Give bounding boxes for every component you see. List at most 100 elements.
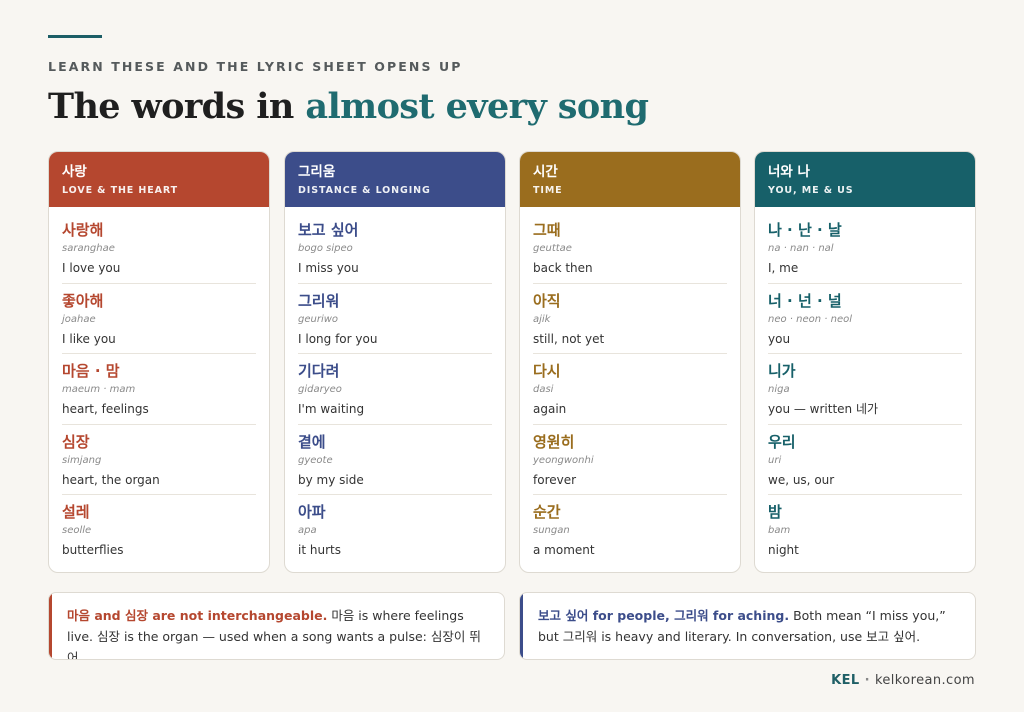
note-lead: 보고 싶어 for people, 그리워 for aching. xyxy=(538,608,790,623)
vocab-entry: 우리 uri we, us, our xyxy=(768,425,962,495)
romanization: maeum · mam xyxy=(62,384,136,395)
romanization: ajik xyxy=(533,313,551,325)
card-header: 시간 TIME xyxy=(520,152,740,207)
korean-word: 설레 xyxy=(62,503,90,521)
meaning: forever xyxy=(533,472,577,487)
note-accent-bar xyxy=(520,593,523,659)
korean-word: 순간 xyxy=(533,503,561,521)
vocab-entry: 영원히 yeongwonhi forever xyxy=(533,425,727,495)
vocab-entry: 기다려 gidaryeo I'm waiting xyxy=(298,354,492,425)
vocab-entry: 니가 niga you — written 네가 xyxy=(768,354,962,425)
vocab-entry: 그리워 geuriwo I long for you xyxy=(298,284,492,354)
meaning: again xyxy=(533,402,567,416)
footer-site-link[interactable]: kelkorean.com xyxy=(875,673,975,688)
korean-word: 니가 xyxy=(768,362,796,380)
meaning: you xyxy=(768,331,791,346)
vocab-entry: 보고 싶어 bogo sipeo I miss you xyxy=(298,213,492,284)
romanization: saranghae xyxy=(62,243,115,254)
meaning: I love you xyxy=(62,261,121,275)
korean-word: 보고 싶어 xyxy=(298,221,359,239)
romanization: simjang xyxy=(62,454,102,466)
meaning: by my side xyxy=(298,472,364,487)
romanization: geuttae xyxy=(533,243,572,254)
card-love: 사랑 LOVE & THE HEART 사랑해 saranghae I love… xyxy=(48,151,270,573)
kicker: LEARN THESE AND THE LYRIC SHEET OPENS UP xyxy=(48,59,463,74)
meaning: I'm waiting xyxy=(298,402,365,416)
meaning: I like you xyxy=(62,331,116,346)
vocab-entry: 사랑해 saranghae I love you xyxy=(62,213,256,284)
korean-word: 좋아해 xyxy=(62,291,104,310)
korean-word: 우리 xyxy=(768,432,796,451)
korean-word: 사랑해 xyxy=(62,221,104,239)
meaning: I, me xyxy=(768,261,799,275)
footer-separator: · xyxy=(864,673,870,688)
meaning: a moment xyxy=(533,543,595,557)
meaning: still, not yet xyxy=(533,331,605,346)
card-title: 시간 xyxy=(533,164,558,180)
korean-word: 심장 xyxy=(62,432,90,451)
card-title: 사랑 xyxy=(62,164,87,180)
meaning: it hurts xyxy=(298,543,341,557)
vocab-entry: 아직 ajik still, not yet xyxy=(533,284,727,354)
romanization: bam xyxy=(768,525,791,536)
card-header: 너와 나 YOU, ME & US xyxy=(755,152,975,207)
romanization: sungan xyxy=(533,525,570,536)
vocab-entry: 순간 sungan a moment xyxy=(533,495,727,566)
meaning: night xyxy=(768,543,799,557)
romanization: apa xyxy=(298,525,317,536)
vocab-entry: 심장 simjang heart, the organ xyxy=(62,425,256,495)
vocab-entry: 나 · 난 · 날 na · nan · nal I, me xyxy=(768,213,962,284)
korean-word: 아직 xyxy=(533,291,561,310)
card-subtitle: LOVE & THE HEART xyxy=(62,185,179,196)
romanization: niga xyxy=(768,384,790,395)
korean-word: 밤 xyxy=(768,503,782,521)
card-subtitle: DISTANCE & LONGING xyxy=(298,185,431,196)
meaning: heart, the organ xyxy=(62,472,160,487)
romanization: seolle xyxy=(62,525,92,536)
romanization: uri xyxy=(768,454,782,466)
romanization: na · nan · nal xyxy=(768,243,834,254)
korean-word: 아파 xyxy=(298,503,326,521)
korean-word: 마음 · 맘 xyxy=(62,362,120,380)
vocab-entry: 밤 bam night xyxy=(768,495,962,566)
card-subtitle: TIME xyxy=(533,185,563,196)
korean-word: 곁에 xyxy=(298,432,326,451)
romanization: dasi xyxy=(533,384,554,395)
title-plain: The words in xyxy=(48,86,306,127)
meaning: we, us, our xyxy=(768,472,835,487)
vocab-entry: 곁에 gyeote by my side xyxy=(298,425,492,495)
korean-word: 영원히 xyxy=(533,432,575,451)
vocab-entry: 다시 dasi again xyxy=(533,354,727,425)
romanization: yeongwonhi xyxy=(533,454,594,466)
card-header: 그리움 DISTANCE & LONGING xyxy=(285,152,505,207)
card-time: 시간 TIME 그때 geuttae back then 아직 ajik sti… xyxy=(519,151,741,573)
korean-word: 나 · 난 · 날 xyxy=(768,221,842,239)
vocab-entry: 너 · 넌 · 널 neo · neon · neol you xyxy=(768,284,962,354)
romanization: gidaryeo xyxy=(298,384,342,395)
korean-word: 그때 xyxy=(533,221,561,239)
card-title: 그리움 xyxy=(298,164,336,180)
romanization: gyeote xyxy=(298,454,333,466)
vocab-entry: 마음 · 맘 maeum · mam heart, feelings xyxy=(62,354,256,425)
korean-word: 너 · 넌 · 널 xyxy=(768,291,842,310)
vocab-entry: 설레 seolle butterflies xyxy=(62,495,256,566)
meaning: I long for you xyxy=(298,331,378,346)
footer-brand: KEL xyxy=(831,673,860,688)
romanization: neo · neon · neol xyxy=(768,313,853,325)
card-subtitle: YOU, ME & US xyxy=(768,185,854,196)
card-title: 너와 나 xyxy=(768,164,810,180)
romanization: joahae xyxy=(62,313,96,325)
romanization: bogo sipeo xyxy=(298,243,353,254)
korean-word: 다시 xyxy=(533,362,561,380)
note-accent-bar xyxy=(49,593,52,659)
card-header: 사랑 LOVE & THE HEART xyxy=(49,152,269,207)
meaning: heart, feelings xyxy=(62,402,149,416)
card-longing: 그리움 DISTANCE & LONGING 보고 싶어 bogo sipeo … xyxy=(284,151,506,573)
meaning: butterflies xyxy=(62,543,124,557)
vocab-entry: 좋아해 joahae I like you xyxy=(62,284,256,354)
note-lead: 마음 and 심장 are not interchangeable. xyxy=(67,608,328,623)
meaning: you — written 네가 xyxy=(768,402,879,416)
card-you-me: 너와 나 YOU, ME & US 나 · 난 · 날 na · nan · n… xyxy=(754,151,976,573)
meaning: back then xyxy=(533,261,593,275)
romanization: geuriwo xyxy=(298,313,339,325)
